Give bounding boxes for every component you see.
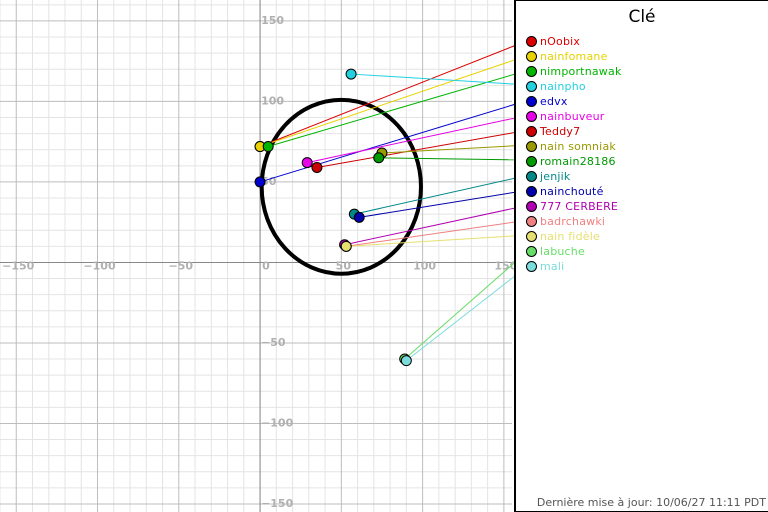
y-tick-label: 100 (261, 94, 284, 107)
legend-panel: Clé nOobix nainfomane nimportnawak nainpho e… (514, 0, 768, 512)
data-point (254, 176, 266, 188)
leader-line (307, 117, 514, 164)
x-tick-label: −50 (169, 259, 194, 272)
legend-label: nainfomane (540, 50, 608, 63)
legend-list: nOobix nainfomane nimportnawak nainpho edvx n… (516, 1, 768, 481)
legend-label: 777 CERBERE (540, 200, 619, 213)
legend-marker (526, 261, 537, 272)
legend-marker (526, 156, 537, 167)
last-update-label: Dernière mise à jour: 10/06/27 11:11 PDT (536, 496, 766, 509)
legend-marker (526, 126, 537, 137)
legend-label: jenjik (540, 170, 571, 183)
legend-marker (526, 201, 537, 212)
leader-line (351, 73, 514, 85)
legend-label: nainpho (540, 80, 586, 93)
data-point (400, 355, 412, 367)
legend-marker (526, 186, 537, 197)
legend-label: mali (540, 260, 565, 273)
legend-marker (526, 66, 537, 77)
x-tick-label: 100 (413, 259, 436, 272)
legend-label: labuche (540, 245, 585, 258)
legend-marker (526, 96, 537, 107)
legend-marker (526, 111, 537, 122)
scatter-plot: −150 −100 −50 0 50 100 15015010050−50−100−150 (0, 0, 514, 512)
legend-marker (526, 51, 537, 62)
legend-label: edvx (540, 95, 568, 108)
data-point (353, 211, 365, 223)
legend-label: nain somniak (540, 140, 616, 153)
legend-label: nimportnawak (540, 65, 622, 78)
legend-label: nain fidèle (540, 230, 600, 243)
leader-line (381, 145, 514, 154)
x-tick-label: 50 (336, 259, 352, 272)
data-point (340, 240, 352, 252)
points (254, 68, 412, 367)
legend-label: nainbuveur (540, 110, 605, 123)
data-point (301, 157, 313, 169)
legend-label: badrchawki (540, 215, 606, 228)
connectors (259, 45, 514, 362)
data-point (311, 161, 323, 173)
leader-line (346, 221, 514, 247)
y-tick-label: 150 (261, 14, 284, 27)
legend-label: Teddy7 (540, 125, 581, 138)
leader-line (378, 157, 514, 161)
legend-marker (526, 36, 537, 47)
x-tick-label: −100 (83, 259, 116, 272)
legend-marker (526, 81, 537, 92)
leader-line (259, 59, 514, 147)
legend-marker (526, 246, 537, 257)
x-tick-label: 0 (262, 259, 270, 272)
legend-marker (526, 171, 537, 182)
legend-marker (526, 216, 537, 227)
data-point (373, 152, 385, 164)
legend-marker (526, 141, 537, 152)
data-point (262, 141, 274, 153)
leader-line (354, 177, 514, 215)
leader-line (259, 45, 514, 147)
legend-label: nOobix (540, 35, 581, 48)
y-tick-label: −50 (261, 336, 286, 349)
y-tick-label: −100 (261, 416, 294, 429)
legend-label: romain28186 (540, 155, 616, 168)
x-tick-label: −150 (2, 259, 35, 272)
legend-label: nainchouté (540, 185, 604, 198)
legend-marker (526, 231, 537, 242)
y-tick-label: −150 (261, 497, 294, 510)
leader-line (316, 132, 514, 168)
data-point (345, 68, 357, 80)
leader-line (346, 235, 514, 247)
